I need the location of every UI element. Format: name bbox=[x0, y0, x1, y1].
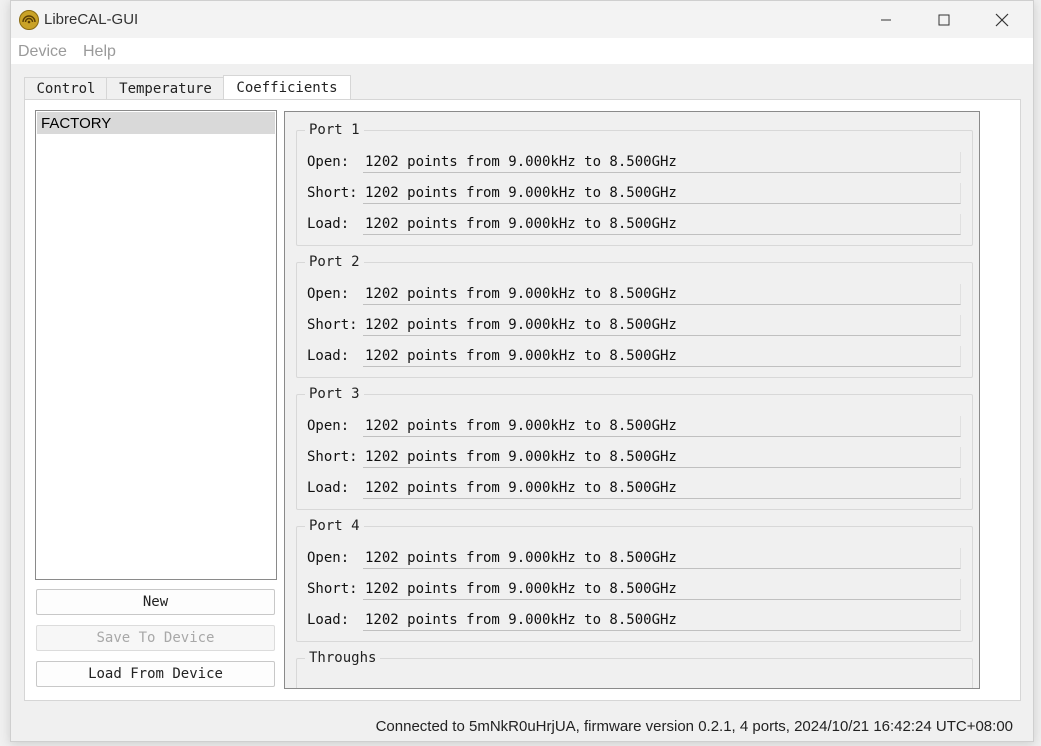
row-label: Open: bbox=[307, 154, 350, 170]
row-label: Short: bbox=[307, 317, 358, 333]
status-bar: Connected to 5mNkR0uHrjUA, firmware vers… bbox=[11, 709, 1033, 741]
app-window: LibreCAL-GUI Device Help Control Tempera… bbox=[10, 0, 1034, 742]
menu-help[interactable]: Help bbox=[83, 43, 116, 61]
port-1-group: Port 1 Open: 1202 points from 9.000kHz t… bbox=[296, 122, 973, 246]
coefficients-scroll-area[interactable]: Port 1 Open: 1202 points from 9.000kHz t… bbox=[284, 111, 980, 689]
group-title: Port 1 bbox=[305, 122, 364, 138]
row-label: Load: bbox=[307, 348, 350, 364]
close-icon bbox=[995, 13, 1009, 26]
port-4-load-value: 1202 points from 9.000kHz to 8.500GHz bbox=[363, 610, 961, 631]
list-item-factory[interactable]: FACTORY bbox=[37, 112, 275, 134]
new-button[interactable]: New bbox=[36, 589, 275, 615]
tab-temperature[interactable]: Temperature bbox=[106, 77, 225, 100]
group-title: Throughs bbox=[305, 650, 381, 666]
save-to-device-button[interactable]: Save To Device bbox=[36, 625, 275, 651]
minimize-button[interactable] bbox=[857, 1, 915, 38]
port-2-short-value: 1202 points from 9.000kHz to 8.500GHz bbox=[363, 315, 961, 336]
port-4-group: Port 4 Open: 1202 points from 9.000kHz t… bbox=[296, 518, 973, 642]
librecal-logo-icon bbox=[19, 10, 39, 30]
tab-control[interactable]: Control bbox=[24, 77, 108, 100]
load-from-device-button[interactable]: Load From Device bbox=[36, 661, 275, 687]
port-2-group: Port 2 Open: 1202 points from 9.000kHz t… bbox=[296, 254, 973, 378]
row-label: Open: bbox=[307, 550, 350, 566]
maximize-icon bbox=[938, 14, 950, 25]
coefficients-panel: FACTORY New Save To Device Load From Dev… bbox=[24, 99, 1021, 701]
menu-device[interactable]: Device bbox=[18, 43, 67, 61]
port-1-open-value: 1202 points from 9.000kHz to 8.500GHz bbox=[363, 152, 961, 173]
row-label: Open: bbox=[307, 418, 350, 434]
row-label: Open: bbox=[307, 286, 350, 302]
row-label: Load: bbox=[307, 612, 350, 628]
coefficient-set-list[interactable]: FACTORY bbox=[35, 110, 277, 580]
tab-coefficients[interactable]: Coefficients bbox=[223, 75, 351, 100]
group-title: Port 3 bbox=[305, 386, 364, 402]
row-label: Short: bbox=[307, 581, 358, 597]
port-4-open-value: 1202 points from 9.000kHz to 8.500GHz bbox=[363, 548, 961, 569]
port-1-load-value: 1202 points from 9.000kHz to 8.500GHz bbox=[363, 214, 961, 235]
port-3-load-value: 1202 points from 9.000kHz to 8.500GHz bbox=[363, 478, 961, 499]
connection-status: Connected to 5mNkR0uHrjUA, firmware vers… bbox=[375, 718, 1013, 735]
row-label: Load: bbox=[307, 216, 350, 232]
menu-bar: Device Help bbox=[11, 38, 1033, 64]
port-3-group: Port 3 Open: 1202 points from 9.000kHz t… bbox=[296, 386, 973, 510]
throughs-group: Throughs bbox=[296, 650, 973, 688]
minimize-icon bbox=[881, 19, 891, 20]
row-label: Short: bbox=[307, 449, 358, 465]
maximize-button[interactable] bbox=[915, 1, 973, 38]
port-2-load-value: 1202 points from 9.000kHz to 8.500GHz bbox=[363, 346, 961, 367]
close-button[interactable] bbox=[973, 1, 1031, 38]
row-label: Load: bbox=[307, 480, 350, 496]
port-1-short-value: 1202 points from 9.000kHz to 8.500GHz bbox=[363, 183, 961, 204]
group-title: Port 2 bbox=[305, 254, 364, 270]
group-title: Port 4 bbox=[305, 518, 364, 534]
title-bar[interactable]: LibreCAL-GUI bbox=[11, 1, 1033, 38]
window-title: LibreCAL-GUI bbox=[44, 11, 139, 28]
port-3-short-value: 1202 points from 9.000kHz to 8.500GHz bbox=[363, 447, 961, 468]
port-3-open-value: 1202 points from 9.000kHz to 8.500GHz bbox=[363, 416, 961, 437]
port-2-open-value: 1202 points from 9.000kHz to 8.500GHz bbox=[363, 284, 961, 305]
row-label: Short: bbox=[307, 185, 358, 201]
port-4-short-value: 1202 points from 9.000kHz to 8.500GHz bbox=[363, 579, 961, 600]
